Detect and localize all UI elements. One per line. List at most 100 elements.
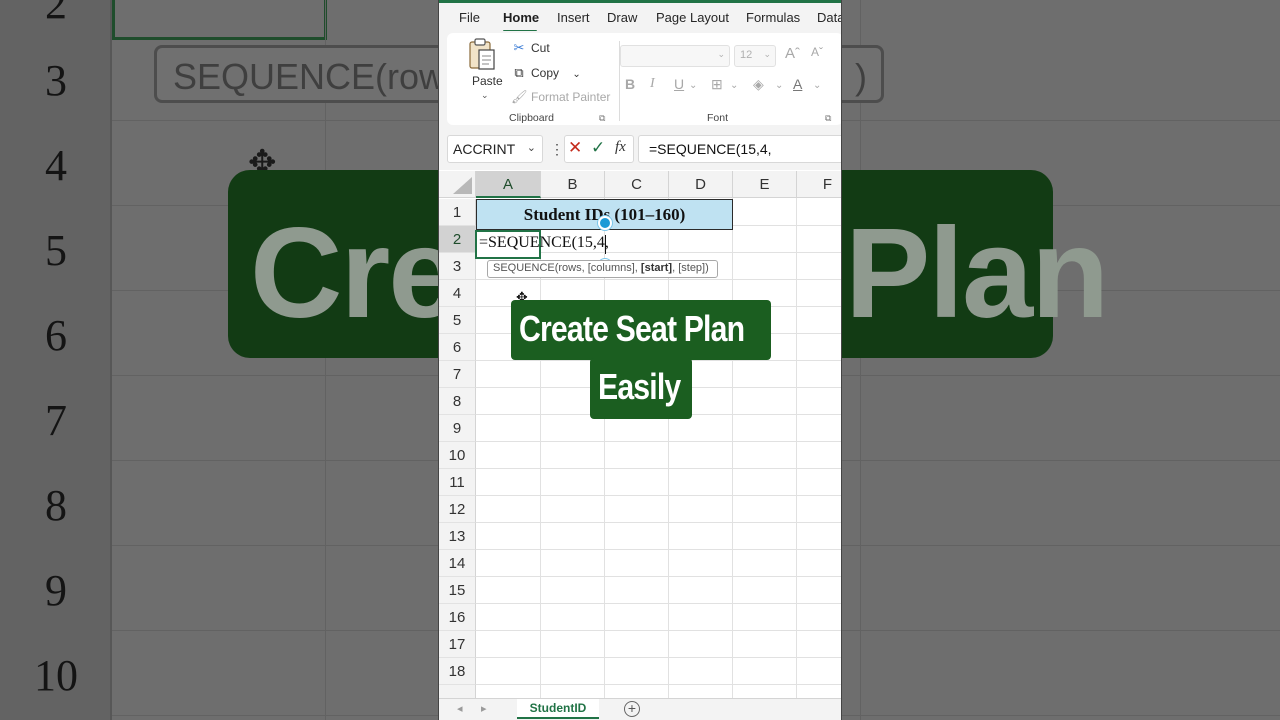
sheet-tab-studentid[interactable]: StudentID	[517, 699, 599, 719]
copy-icon: ⧉	[514, 65, 524, 80]
ribbon: Paste ⌄ ✂ Cut ⧉ Copy ⌄ 🖌 Format Painter Cli…	[439, 31, 841, 128]
tooltip-prefix: SEQUENCE(rows, [columns],	[493, 262, 641, 274]
gridline-horizontal	[476, 441, 841, 442]
tab-file[interactable]: File	[459, 10, 480, 25]
bold-button[interactable]: B	[625, 76, 635, 92]
paste-label: Paste	[472, 74, 503, 88]
gridline-horizontal	[476, 684, 841, 685]
row-header-7[interactable]: 7	[439, 361, 476, 388]
font-size-dropdown[interactable]: 12 ⌄	[734, 45, 776, 67]
bg-row-number: 6	[45, 311, 67, 360]
row-header-4[interactable]: 4	[439, 280, 476, 307]
chevron-down-icon[interactable]: ⌄	[572, 69, 580, 80]
row-header-16[interactable]: 16	[439, 604, 476, 631]
column-header-e[interactable]: E	[733, 171, 797, 198]
worksheet-grid[interactable]: A B C D E F 1 2 3 4 5 6 7 8 9 10 11 12 13 14 15 16 17 18 …	[439, 171, 841, 698]
borders-icon[interactable]: ⊞	[711, 76, 723, 93]
bg-gridline	[860, 0, 861, 720]
row-header-15[interactable]: 15	[439, 577, 476, 604]
row-header-6[interactable]: 6	[439, 334, 476, 361]
row-header-partial[interactable]	[439, 685, 476, 698]
gridline-vertical	[796, 198, 797, 698]
dialog-launcher-icon[interactable]: ⧉	[599, 113, 605, 124]
enter-check-icon[interactable]: ✓	[591, 138, 605, 158]
gridline-horizontal	[476, 279, 841, 280]
row-header-17[interactable]: 17	[439, 631, 476, 658]
gridline-horizontal	[476, 522, 841, 523]
ribbon-tab-bar: File Home Insert Draw Page Layout Formul…	[439, 3, 841, 32]
cut-button[interactable]: ✂ Cut	[511, 40, 550, 60]
tab-data[interactable]: Data	[817, 10, 841, 25]
row-header-5[interactable]: 5	[439, 307, 476, 334]
tab-home[interactable]: Home	[503, 10, 539, 25]
bg-tooltip-text: SEQUENCE(rows	[173, 56, 464, 97]
chevron-down-icon[interactable]: ⌄	[813, 80, 821, 91]
bg-row-number: 4	[45, 141, 67, 190]
paintbrush-icon: 🖌	[511, 89, 528, 104]
font-group-label: Font	[707, 112, 729, 124]
copy-button[interactable]: ⧉ Copy ⌄	[511, 65, 580, 85]
font-name-dropdown[interactable]: ⌄	[620, 45, 730, 67]
column-header-a[interactable]: A	[476, 171, 541, 198]
prev-sheet-icon[interactable]: ◂	[457, 702, 463, 715]
formula-input[interactable]: =SEQUENCE(15,4,	[638, 135, 841, 163]
dialog-launcher-icon[interactable]: ⧉	[825, 113, 831, 124]
more-options-icon[interactable]: ⋮	[550, 141, 564, 158]
row-header-14[interactable]: 14	[439, 550, 476, 577]
row-header-12[interactable]: 12	[439, 496, 476, 523]
cancel-icon[interactable]: ✕	[568, 138, 582, 158]
row-header-3[interactable]: 3	[439, 253, 476, 280]
row-header-1[interactable]: 1	[439, 199, 476, 226]
bg-row-number: 8	[45, 481, 67, 530]
tooltip-current-arg: [start]	[640, 262, 673, 274]
bg-row-number: 2	[45, 0, 67, 28]
gridline-horizontal	[476, 657, 841, 658]
add-sheet-button[interactable]: +	[624, 701, 640, 717]
font-size-value: 12	[740, 49, 753, 61]
chevron-down-icon[interactable]: ⌄	[689, 80, 697, 91]
decrease-font-size-button[interactable]: Aˇ	[811, 45, 823, 59]
tab-insert[interactable]: Insert	[557, 10, 590, 25]
tab-page-layout[interactable]: Page Layout	[656, 10, 729, 25]
column-header-b[interactable]: B	[541, 171, 605, 198]
row-header-10[interactable]: 10	[439, 442, 476, 469]
chevron-down-icon[interactable]: ⌄	[730, 80, 738, 91]
title-overlay-line1: Create Seat Plan	[519, 308, 745, 349]
row-header-2[interactable]: 2	[439, 226, 476, 253]
column-header-f[interactable]: F	[797, 171, 841, 198]
italic-button[interactable]: I	[650, 76, 655, 92]
fill-color-icon[interactable]: ◈	[753, 76, 764, 93]
column-header-c[interactable]: C	[605, 171, 669, 198]
format-painter-button[interactable]: 🖌 Format Painter	[511, 89, 610, 109]
font-color-icon[interactable]: A	[793, 76, 802, 92]
row-header-9[interactable]: 9	[439, 415, 476, 442]
format-painter-label: Format Painter	[531, 90, 611, 104]
selection-handle-top[interactable]	[598, 216, 612, 230]
bg-gridline	[325, 0, 326, 720]
row-header-8[interactable]: 8	[439, 388, 476, 415]
row-header-13[interactable]: 13	[439, 523, 476, 550]
row-header-11[interactable]: 11	[439, 469, 476, 496]
select-all-button[interactable]	[439, 171, 476, 198]
tab-formulas[interactable]: Formulas	[746, 10, 800, 25]
increase-font-size-button[interactable]: Aˆ	[785, 45, 800, 62]
name-box[interactable]: ACCRINT ⌄	[447, 135, 543, 163]
gridline-horizontal	[476, 576, 841, 577]
tooltip-suffix: , [step])	[672, 262, 709, 274]
chevron-down-icon: ⌄	[763, 49, 771, 59]
row-header-18[interactable]: 18	[439, 658, 476, 685]
text-caret	[605, 235, 606, 254]
gridline-horizontal	[476, 468, 841, 469]
sheet-tab-bar: ◂ ▸ StudentID +	[439, 698, 841, 720]
column-header-d[interactable]: D	[669, 171, 733, 198]
chevron-down-icon[interactable]: ⌄	[481, 90, 489, 101]
tab-draw[interactable]: Draw	[607, 10, 637, 25]
next-sheet-icon[interactable]: ▸	[481, 702, 487, 715]
excel-window: File Home Insert Draw Page Layout Formul…	[438, 0, 842, 720]
chevron-down-icon[interactable]: ⌄	[775, 80, 783, 91]
gridline-vertical	[732, 198, 733, 698]
underline-button[interactable]: U	[674, 76, 684, 92]
insert-function-button[interactable]: fx	[615, 139, 626, 156]
paste-icon	[469, 38, 495, 70]
bg-row-number: 3	[45, 56, 67, 105]
